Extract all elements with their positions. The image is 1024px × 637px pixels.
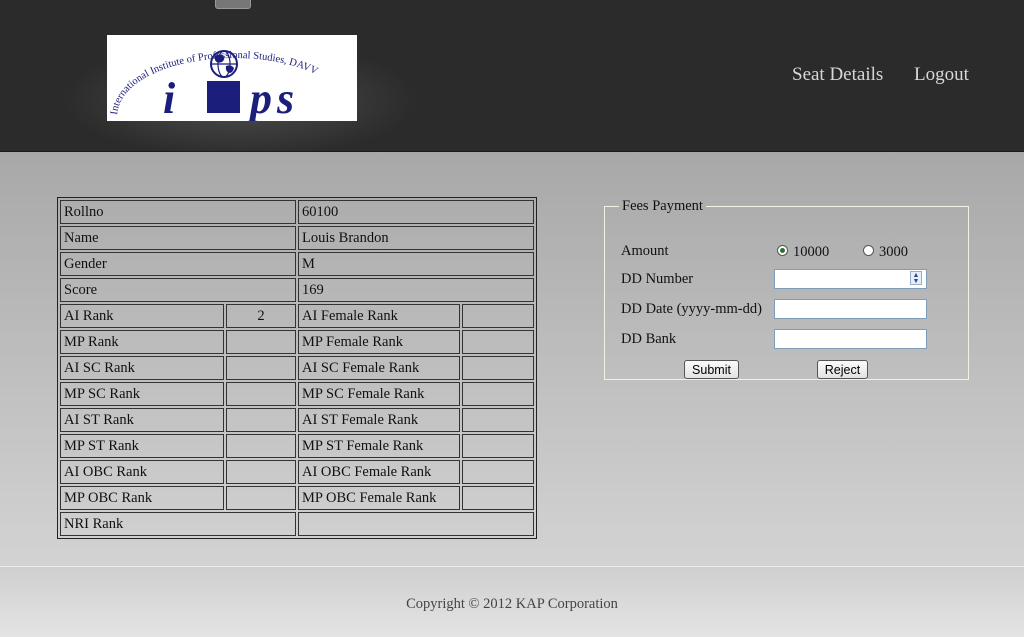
- dd-bank-input[interactable]: [774, 329, 927, 349]
- rank-label: AI SC Rank: [60, 356, 224, 380]
- row-value: 60100: [298, 200, 534, 224]
- row-label: Score: [60, 278, 296, 302]
- nri-rank-value: [298, 512, 534, 536]
- rank-label: AI OBC Rank: [60, 460, 224, 484]
- female-rank-value: [462, 382, 534, 406]
- female-rank-value: [462, 356, 534, 380]
- rank-row: MP Rank MP Female Rank: [60, 330, 534, 354]
- reject-button[interactable]: Reject: [817, 360, 868, 379]
- amount-10000-radio[interactable]: [777, 245, 788, 256]
- student-info-body: Rollno 60100 Name Louis Brandon Gender M…: [60, 200, 534, 536]
- fees-payment-form: Fees Payment Amount 10000 3000 DD Number…: [604, 198, 969, 380]
- rank-label: MP OBC Rank: [60, 486, 224, 510]
- rank-label: AI Rank: [60, 304, 224, 328]
- rank-value: [226, 382, 296, 406]
- footer: Copyright © 2012 KAP Corporation: [0, 566, 1024, 637]
- svg-text:p: p: [246, 74, 272, 121]
- rank-label: MP ST Rank: [60, 434, 224, 458]
- amount-label: Amount: [621, 243, 669, 259]
- amount-3000-label: 3000: [879, 244, 908, 260]
- female-rank-value: [462, 330, 534, 354]
- dd-date-input[interactable]: [774, 299, 927, 319]
- dd-bank-label: DD Bank: [621, 331, 677, 347]
- female-rank-value: [462, 434, 534, 458]
- logo-graphic: International Institute of Professional …: [109, 50, 320, 123]
- female-rank-label: AI Female Rank: [298, 304, 460, 328]
- female-rank-value: [462, 408, 534, 432]
- nri-rank-label: NRI Rank: [60, 512, 296, 536]
- fees-payment-legend: Fees Payment: [622, 198, 703, 214]
- amount-3000-radio[interactable]: [863, 245, 874, 256]
- row-label: Gender: [60, 252, 296, 276]
- submit-button[interactable]: Submit: [684, 360, 739, 379]
- amount-10000-label: 10000: [793, 244, 830, 260]
- dd-number-spinner[interactable]: ▲ ▼: [910, 271, 922, 285]
- svg-text:s: s: [276, 74, 294, 121]
- copyright-text: Copyright © 2012 KAP Corporation: [406, 596, 618, 612]
- header: International Institute of Professional …: [0, 0, 1024, 160]
- logo-letters: i p s: [163, 74, 294, 123]
- rank-value: [226, 356, 296, 380]
- table-row: Score 169: [60, 278, 534, 302]
- row-label: Name: [60, 226, 296, 250]
- female-rank-label: MP Female Rank: [298, 330, 460, 354]
- female-rank-label: AI ST Female Rank: [298, 408, 460, 432]
- rank-value: [226, 330, 296, 354]
- dd-number-input[interactable]: [774, 269, 927, 289]
- rank-value: [226, 460, 296, 484]
- female-rank-label: MP ST Female Rank: [298, 434, 460, 458]
- rank-row: MP ST Rank MP ST Female Rank: [60, 434, 534, 458]
- rank-row: AI OBC Rank AI OBC Female Rank: [60, 460, 534, 484]
- row-value: M: [298, 252, 534, 276]
- row-value: 169: [298, 278, 534, 302]
- female-rank-label: AI SC Female Rank: [298, 356, 460, 380]
- nav-logout[interactable]: Logout: [914, 64, 969, 86]
- table-row: Name Louis Brandon: [60, 226, 534, 250]
- rank-row: AI SC Rank AI SC Female Rank: [60, 356, 534, 380]
- top-handle: [215, 0, 251, 9]
- female-rank-label: MP OBC Female Rank: [298, 486, 460, 510]
- nav-seat-details[interactable]: Seat Details: [792, 64, 883, 86]
- female-rank-value: [462, 304, 534, 328]
- table-row: Rollno 60100: [60, 200, 534, 224]
- rank-row: MP SC Rank MP SC Female Rank: [60, 382, 534, 406]
- svg-text:i: i: [163, 74, 176, 121]
- female-rank-value: [462, 460, 534, 484]
- dd-number-label: DD Number: [621, 271, 694, 287]
- row-label: Rollno: [60, 200, 296, 224]
- rank-row: MP OBC Rank MP OBC Female Rank: [60, 486, 534, 510]
- rank-row: AI Rank 2 AI Female Rank: [60, 304, 534, 328]
- dd-date-label: DD Date (yyyy-mm-dd): [621, 301, 762, 317]
- female-rank-label: MP SC Female Rank: [298, 382, 460, 406]
- rank-label: AI ST Rank: [60, 408, 224, 432]
- iips-logo: International Institute of Professional …: [107, 35, 357, 123]
- rank-label: MP Rank: [60, 330, 224, 354]
- female-rank-label: AI OBC Female Rank: [298, 460, 460, 484]
- rank-label: MP SC Rank: [60, 382, 224, 406]
- rank-row: AI ST Rank AI ST Female Rank: [60, 408, 534, 432]
- row-value: Louis Brandon: [298, 226, 534, 250]
- rank-value: [226, 408, 296, 432]
- female-rank-value: [462, 486, 534, 510]
- student-info-table: Rollno 60100 Name Louis Brandon Gender M…: [57, 197, 537, 539]
- table-row: Gender M: [60, 252, 534, 276]
- rank-value: [226, 434, 296, 458]
- rank-value: [226, 486, 296, 510]
- nri-row: NRI Rank: [60, 512, 534, 536]
- rank-value: 2: [226, 304, 296, 328]
